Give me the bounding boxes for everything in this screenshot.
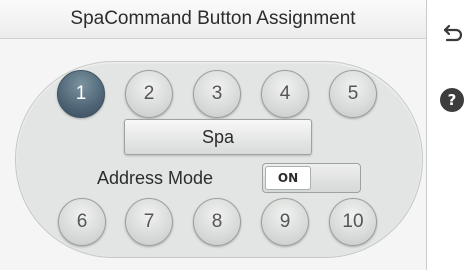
number-label: 5 [347,83,359,104]
number-label: 4 [279,83,291,104]
number-label: 3 [211,83,223,104]
number-label: 7 [143,211,155,232]
number-button-6[interactable]: 6 [58,198,106,246]
number-button-3[interactable]: 3 [193,70,241,118]
main-area: SpaCommand Button Assignment 1 2 3 4 5 S… [0,0,427,270]
number-button-10[interactable]: 10 [329,198,377,246]
page-title: SpaCommand Button Assignment [70,8,356,29]
number-button-1[interactable]: 1 [57,70,105,118]
number-button-2[interactable]: 2 [125,70,173,118]
screen: SpaCommand Button Assignment 1 2 3 4 5 S… [0,0,469,270]
title-bar: SpaCommand Button Assignment [0,0,426,39]
help-glyph: ? [447,91,457,109]
number-button-7[interactable]: 7 [125,198,173,246]
address-mode-label: Address Mode [97,168,214,188]
number-button-8[interactable]: 8 [193,198,241,246]
number-label: 1 [75,83,87,104]
assignment-button[interactable]: Spa [124,119,312,155]
toggle-state: ON [277,171,299,185]
number-button-4[interactable]: 4 [261,70,309,118]
back-arrow-icon [443,24,463,42]
back-button[interactable] [439,19,467,47]
assignment-label: Spa [201,126,235,147]
address-mode-toggle[interactable]: ON [262,163,361,193]
help-icon: ? [440,88,464,112]
number-label: 10 [342,211,364,232]
number-label: 6 [76,211,88,232]
number-button-9[interactable]: 9 [261,198,309,246]
number-label: 2 [143,83,155,104]
number-button-5[interactable]: 5 [329,70,377,118]
help-button[interactable]: ? [438,86,466,114]
toggle-knob: ON [265,166,311,190]
number-label: 8 [211,211,223,232]
number-label: 9 [279,211,291,232]
